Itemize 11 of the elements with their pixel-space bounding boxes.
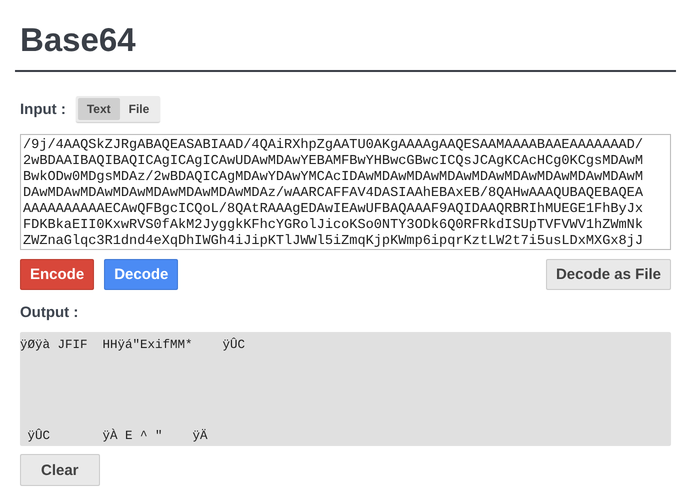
clear-button[interactable]: Clear bbox=[20, 454, 100, 486]
mode-tab[interactable]: Text bbox=[78, 98, 120, 120]
decode-file-button[interactable]: Decode as File bbox=[546, 259, 671, 290]
output-label: Output : bbox=[20, 304, 80, 321]
mode-tab[interactable]: File bbox=[120, 98, 158, 120]
encode-button[interactable]: Encode bbox=[20, 259, 94, 290]
output-text: ÿØÿà JFIF HHÿá"ExifMM* ÿÛC bbox=[20, 337, 246, 353]
page-title: Base64 bbox=[20, 20, 137, 60]
output-text: ÿÛC ÿÀ E ^ " ÿÄ bbox=[26, 428, 209, 444]
input-field[interactable]: /9j/4AAQSkZJRgABAQEASABIAAD/4QAiRXhpZgAATU0AKgAAAAgAAQESAAMAAAABAAEAAAAAAAD/ 2wBDAAIBAQIBAQICAgICAgICAwUDAwMDAwYEBAMFBwYHBwcGBwcICQsJCAgKCAcHCg0KCgsMDAwM BwkODw0MDgsMDAz/2wBDAQICAgMDAwYDAwYMCAcIDAwMDAwMDAwMDAwMDAwMDAwMDAwMDAwMDAwM DAwMDAwMDAwMDAwMDAwMDAwMDAwMDAz/wAARCAFFAV4DASIAAhEBAxEB/8QAHwAAAQUBAQEBAQEA AAAAAAAAAAECAwQFBgcICQoL/8QAtRAAAgEDAwIEAwUFBAQAAAF9AQIDAAQRBRIhMUEGE1FhByJx FDKBkaEII0KxwRVS0fAkM2JyggkKFhcYGRolJicoKSo0NTY3ODk6Q0RFRkdISUpTVFVWV1hZWmNk ZWZnaGlqc3R1dnd4eXqDhIWGh4iJipKTlJWWl5iZmqKjpKWmp6ipqrKztLW2t7i5usLDxMXGx8jJ bbox=[20, 134, 671, 250]
input-label: Input : bbox=[20, 100, 66, 118]
